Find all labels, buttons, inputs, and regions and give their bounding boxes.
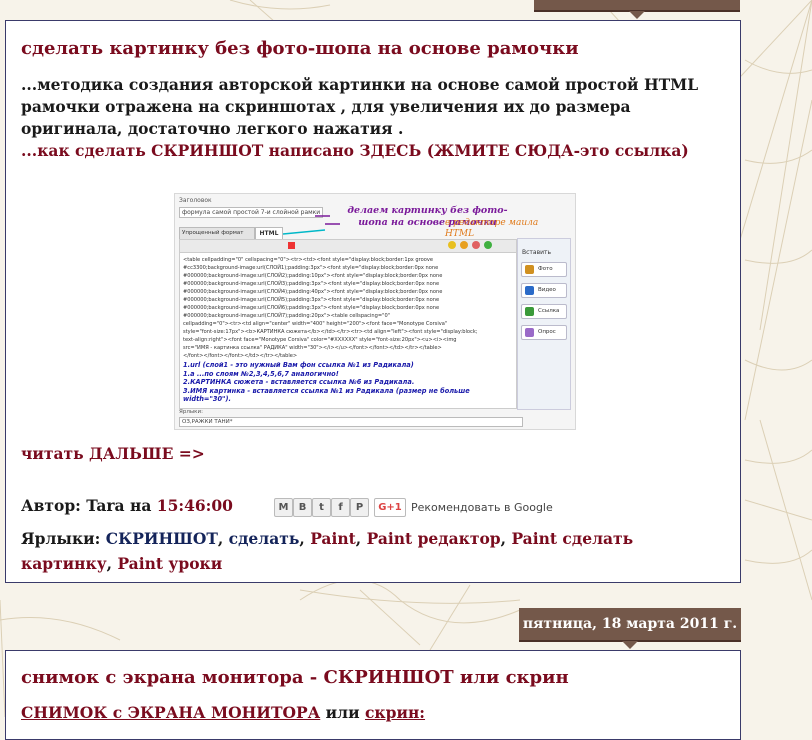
label-link[interactable]: Paint редактор <box>367 529 501 548</box>
author-label: Автор: <box>21 496 87 515</box>
code-line: #cc3300;background-image:url(СЛОЙ1);padd… <box>183 265 439 271</box>
screen-capture-link[interactable]: СНИМОК с ЭКРАНА МОНИТОРА <box>21 703 320 722</box>
blog-post: снимок с экрана монитора - СКРИНШОТ или … <box>5 650 741 740</box>
labels-field: ОЗ,РАЖКИ ТАНИ* <box>179 417 523 427</box>
tab-html: HTML <box>255 227 283 239</box>
code-line: #000000;background-image:url(СЛОЙ7);padd… <box>183 313 391 319</box>
post-paragraph: ...методика создания авторской картинки … <box>21 75 699 138</box>
code-line: #000000;background-image:url(СЛОЙ3);padd… <box>183 281 440 287</box>
facebook-share-icon[interactable]: f <box>331 498 350 517</box>
post-screenshot-image[interactable]: Заголовок формула самой простой 7-и слой… <box>174 193 576 430</box>
label-separator: , <box>106 554 118 573</box>
label-separator: , <box>299 529 311 548</box>
insert-button: Ссылка <box>521 304 567 319</box>
google-plus-button[interactable]: G+1 <box>374 498 406 517</box>
code-line: <table cellpadding="0" cellspacing="0"><… <box>183 257 434 263</box>
post-labels: Ярлыки: СКРИНШОТ, сделать, Paint, Paint … <box>21 526 721 576</box>
code-line: #000000;background-image:url(СЛОЙ6);padd… <box>183 305 440 311</box>
insert-button-label: Ссылка <box>538 308 560 314</box>
insert-panel: Вставить Фото Видео Ссылка Опрос <box>517 238 571 410</box>
label-link[interactable]: Paint уроки <box>117 554 222 573</box>
code-line: #000000;background-image:url(СЛОЙ2);padd… <box>183 273 443 279</box>
note-line: 1.url (слой1 - это нужный Вам фон ссылка… <box>183 361 414 369</box>
insert-button: Фото <box>521 262 567 277</box>
recommend-google-text: Рекомендовать в Google <box>411 501 553 514</box>
date-header-tab: пятница, 18 марта 2011 г. <box>519 608 741 649</box>
insert-icon <box>525 286 534 295</box>
instruction-notes: 1.url (слой1 - это нужный Вам фон ссылка… <box>183 361 470 404</box>
blog-post: сделать картинку без фото-шопа на основе… <box>5 20 741 583</box>
code-line: text-align:right"><font face="Monotype C… <box>183 337 457 343</box>
insert-button: Видео <box>521 283 567 298</box>
editor-toolbar <box>179 239 517 253</box>
code-line: style="font-size:17px"><b>КАРТИНКА сюжет… <box>183 329 478 335</box>
or-text: или <box>320 703 365 722</box>
pinterest-share-icon[interactable]: P <box>350 498 369 517</box>
insert-icon <box>525 265 534 274</box>
author-name[interactable]: Tara <box>86 496 124 515</box>
note-line: 3.ИМЯ картинка - вставляется ссылка №1 и… <box>183 386 470 395</box>
post-footer-author: Автор: Tara на 15:46:00 <box>21 496 233 515</box>
labels-field-label: Ярлыки: <box>179 409 203 415</box>
label-separator: , <box>217 529 229 548</box>
note-line: width="30"). <box>183 395 232 403</box>
blog-share-icon[interactable]: B <box>293 498 312 517</box>
code-line: #000000;background-image:url(СЛОЙ5);padd… <box>183 297 440 303</box>
post-title[interactable]: сделать картинку без фото-шопа на основе… <box>21 38 579 59</box>
date-header-tab <box>534 0 740 19</box>
html-code-area: <table cellpadding="0" cellspacing="0"><… <box>179 252 517 409</box>
code-line: src="ИМЯ - картинка ссылка" РАДИКА" widt… <box>183 345 442 351</box>
email-share-icon[interactable]: M <box>274 498 293 517</box>
code-line: cellpadding="0"><tr><td align="center" w… <box>183 321 448 327</box>
post-link-line: ...как сделать СКРИНШОТ написано ЗДЕСЬ (… <box>21 140 721 162</box>
label-link[interactable]: СКРИНШОТ <box>106 529 218 548</box>
insert-icon <box>525 328 534 337</box>
insert-icon <box>525 307 534 316</box>
screenshot-howto-link[interactable]: как сделать СКРИНШОТ написано ЗДЕСЬ (ЖМИ… <box>37 141 689 160</box>
author-at: на <box>124 496 157 515</box>
post-body: ...методика создания авторской картинки … <box>21 74 721 162</box>
post-intro-line: СНИМОК с ЭКРАНА МОНИТОРА или скрин: <box>21 703 425 722</box>
label-separator: , <box>355 529 367 548</box>
post-time-link[interactable]: 15:46:00 <box>157 496 233 515</box>
code-line: </font></font></font></td></tr></table> <box>183 353 298 359</box>
insert-button: Опрос <box>521 325 567 340</box>
insert-button-label: Видео <box>538 287 556 293</box>
label-separator: , <box>500 529 512 548</box>
insert-label: Вставить <box>522 249 552 256</box>
labels-label: Ярлыки: <box>21 529 106 548</box>
screen-link[interactable]: скрин: <box>365 703 425 722</box>
note-line: 2.КАРТИНКА сюжета - вставляется ссылка №… <box>183 378 415 386</box>
insert-button-label: Опрос <box>538 329 556 335</box>
twitter-share-icon[interactable]: t <box>312 498 331 517</box>
code-line: #000000;background-image:url(СЛОЙ4);padd… <box>183 289 443 295</box>
label-link[interactable]: сделать <box>229 529 300 548</box>
label-link[interactable]: Paint <box>310 529 356 548</box>
read-more-link[interactable]: читать ДАЛЬШЕ => <box>21 444 205 463</box>
link-prefix: ... <box>21 141 38 160</box>
code-text: <table cellpadding="0" cellspacing="0"><… <box>183 256 478 360</box>
note-line: 1.а ...по слоям №2,3,4,5,6,7 аналогично! <box>183 369 339 378</box>
post-title[interactable]: снимок с экрана монитора - СКРИНШОТ или … <box>21 667 569 688</box>
insert-button-label: Фото <box>538 266 553 272</box>
